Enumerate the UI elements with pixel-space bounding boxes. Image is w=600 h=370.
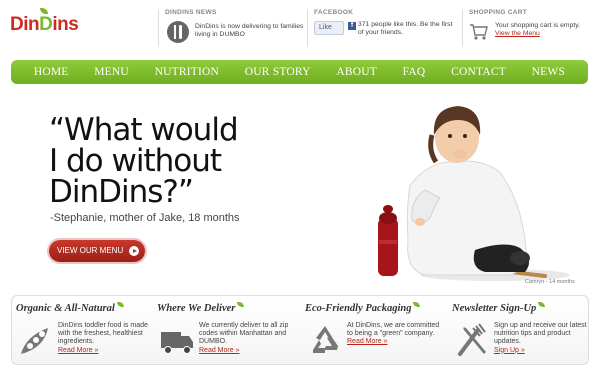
recycle-icon	[313, 326, 338, 353]
feature-title-text: Eco-Friendly Packaging	[305, 303, 412, 314]
hero-child-photo	[378, 106, 570, 281]
leaf-icon	[237, 302, 245, 307]
quote-line-3: DinDins?”	[49, 174, 194, 210]
feature-title: Organic & All-Natural	[16, 302, 156, 314]
feature-description: DinDins toddler food is made with the fr…	[58, 322, 154, 355]
delivery-truck-icon	[161, 332, 193, 354]
fork-knife-icon	[458, 323, 486, 356]
news-box: DINDINS NEWS DinDins is now delivering t…	[158, 9, 306, 47]
nav-menu[interactable]: MENU	[94, 66, 129, 78]
feature-text: We currently deliver to all zip codes wi…	[199, 322, 289, 346]
feature-description: We currently deliver to all zip codes wi…	[199, 322, 295, 355]
feature-organic: Organic & All-Natural DinDins toddler fo…	[16, 302, 156, 364]
sign-up-link[interactable]: Sign Up »	[494, 347, 590, 355]
fork-knife-plate-icon	[167, 21, 189, 43]
nav-home[interactable]: HOME	[34, 66, 69, 78]
feature-description: Sign up and receive our latest nutrition…	[494, 322, 590, 355]
feature-title-text: Newsletter Sign-Up	[452, 303, 537, 314]
nav-about[interactable]: ABOUT	[336, 66, 377, 78]
feature-title-text: Organic & All-Natural	[16, 303, 115, 314]
leaf-icon	[116, 302, 124, 307]
feature-title: Eco-Friendly Packaging	[305, 302, 445, 314]
dindins-logo[interactable]: DinDins	[10, 8, 79, 36]
feature-title-text: Where We Deliver	[157, 303, 236, 314]
view-our-menu-button[interactable]: VIEW OUR MENU	[49, 240, 145, 262]
feature-title: Newsletter Sign-Up	[452, 302, 592, 314]
read-more-link[interactable]: Read More »	[58, 347, 154, 355]
facebook-box: FACEBOOK Like f 371 people like this. Be…	[307, 9, 457, 47]
leaf-icon	[538, 302, 546, 307]
logo-text-ins: ins	[52, 14, 79, 35]
cart-title: SHOPPING CART	[469, 9, 528, 16]
feature-text: At DinDins, we are committed to being a …	[347, 322, 440, 338]
view-menu-link[interactable]: View the Menu	[495, 30, 540, 37]
main-nav: HOME MENU NUTRITION OUR STORY ABOUT FAQ …	[11, 60, 588, 84]
feature-eco-packaging: Eco-Friendly Packaging At DinDins, we ar…	[305, 302, 445, 364]
read-more-link[interactable]: Read More »	[199, 347, 295, 355]
news-title: DINDINS NEWS	[165, 9, 217, 16]
cart-box: SHOPPING CART Your shopping cart is empt…	[462, 9, 596, 47]
hero-quote: “What would I do without DinDins?”	[49, 115, 289, 208]
quote-line-1: “What would	[49, 112, 239, 148]
news-text[interactable]: DinDins is now delivering to families li…	[195, 23, 305, 39]
logo-text-din: Din	[10, 14, 40, 35]
feature-newsletter: Newsletter Sign-Up Sign up and receive o…	[452, 302, 592, 364]
shopping-cart-icon	[470, 24, 488, 40]
feature-text: Sign up and receive our latest nutrition…	[494, 322, 587, 346]
quote-line-2: I do without	[49, 143, 222, 179]
facebook-text: 371 people like this. Be the first of yo…	[358, 21, 453, 36]
nav-nutrition[interactable]: NUTRITION	[155, 66, 219, 78]
nav-faq[interactable]: FAQ	[403, 66, 426, 78]
logo-text-d: D	[39, 14, 53, 35]
photo-caption: Camryn - 14 months	[525, 279, 575, 285]
feature-delivery: Where We Deliver We currently deliver to…	[157, 302, 297, 364]
view-our-menu-label: VIEW OUR MENU	[57, 246, 124, 255]
read-more-link[interactable]: Read More »	[347, 338, 443, 346]
nav-our-story[interactable]: OUR STORY	[245, 66, 311, 78]
cart-status: Your shopping cart is empty.	[495, 22, 581, 29]
feature-text: DinDins toddler food is made with the fr…	[58, 322, 148, 346]
facebook-title: FACEBOOK	[314, 9, 354, 16]
site-header: DinDins DINDINS NEWS DinDins is now deli…	[0, 0, 600, 56]
facebook-like-button[interactable]: Like	[314, 21, 344, 35]
feature-title: Where We Deliver	[157, 302, 297, 314]
leaf-icon	[413, 302, 421, 307]
arrow-right-icon	[129, 246, 139, 256]
feature-description: At DinDins, we are committed to being a …	[347, 322, 443, 347]
quote-attribution: -Stephanie, mother of Jake, 18 months	[50, 212, 240, 224]
nav-news[interactable]: NEWS	[532, 66, 565, 78]
nav-contact[interactable]: CONTACT	[451, 66, 506, 78]
peas-pod-icon	[21, 328, 48, 354]
facebook-icon: f	[348, 22, 356, 30]
features-bar: Organic & All-Natural DinDins toddler fo…	[11, 295, 589, 365]
